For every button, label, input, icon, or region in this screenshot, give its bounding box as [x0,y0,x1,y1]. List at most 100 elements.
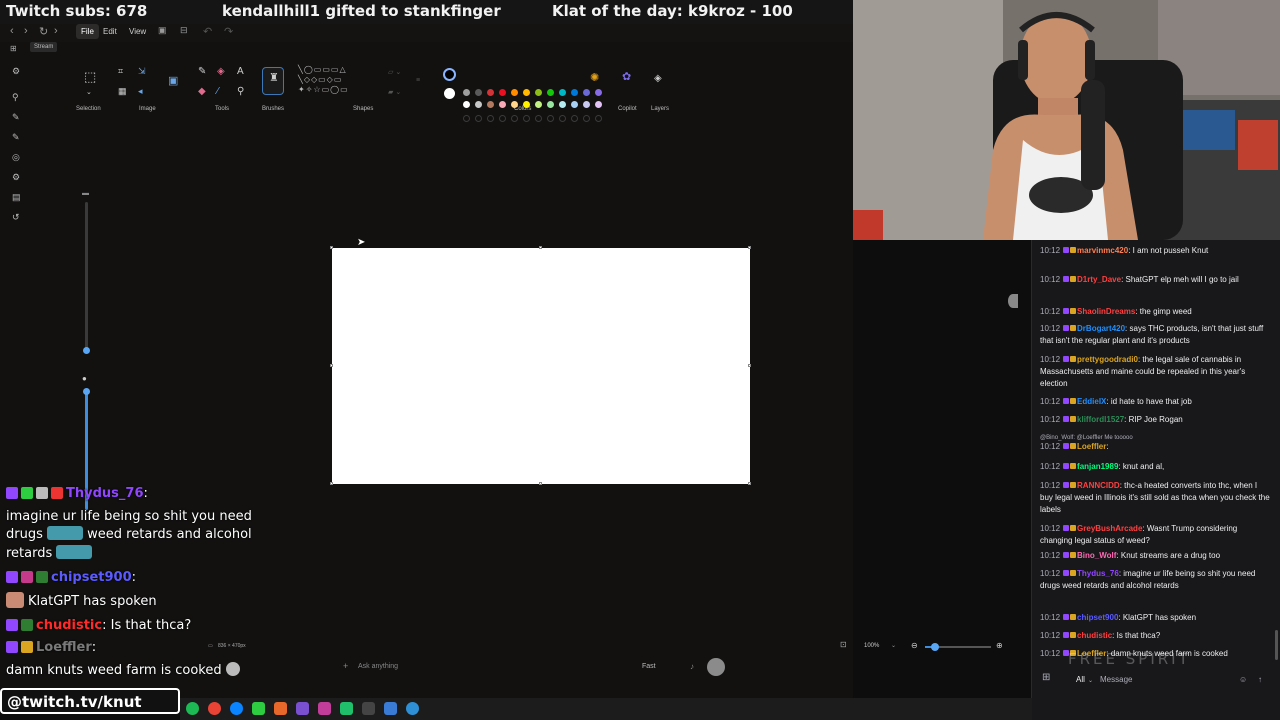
zoom-level[interactable]: 100% [864,643,879,649]
menu-file[interactable]: File [76,24,99,39]
custom-color-slot[interactable] [475,115,482,122]
resize-icon[interactable]: ⇲ [138,66,146,76]
chat-username[interactable]: ShaolinDreams [1077,307,1135,316]
chat-username[interactable]: DrBogart420 [1077,324,1125,333]
emote-picker-icon[interactable]: ☺ [1239,675,1247,684]
history-icon[interactable]: ↺ [12,212,20,223]
back-icon[interactable]: ‹ [10,25,14,37]
custom-color-slot[interactable] [559,115,566,122]
palette-swatch[interactable] [559,101,566,108]
chat-username[interactable]: RANNCIDD [1077,481,1120,490]
edit-icon[interactable]: ✎ [12,132,20,143]
canvas-handle[interactable] [748,364,751,367]
voice-button[interactable] [707,658,725,676]
copilot-ask-bar[interactable]: + Ask anything Fast ♪ [340,657,730,677]
size-slider-handle[interactable] [83,347,90,354]
custom-color-slot[interactable] [499,115,506,122]
magnifier-icon[interactable]: ⚲ [237,87,244,97]
plus-icon[interactable]: + [343,661,348,671]
chat-username[interactable]: chipset900 [1077,613,1118,622]
zoom-slider-handle[interactable] [931,643,939,651]
chat-username[interactable]: Thydus_76 [1077,569,1119,578]
palette-swatch[interactable] [559,89,566,96]
chat-username[interactable]: fanjan1989 [1077,462,1118,471]
palette-swatch[interactable] [511,101,518,108]
image-icon[interactable]: ▦ [118,86,127,96]
palette-swatch[interactable] [547,101,554,108]
chat-username[interactable]: Bino_Wolf [1077,551,1116,560]
palette-swatch[interactable] [487,89,494,96]
palette-swatch[interactable] [463,101,470,108]
rotate-icon[interactable]: ◂ [138,86,143,96]
mode-select[interactable]: Fast [642,663,656,670]
outline-icon[interactable]: ▱ ⌄ [388,68,401,78]
canvas-handle[interactable] [330,482,333,485]
custom-color-slot[interactable] [511,115,518,122]
search-icon[interactable]: ⚲ [12,92,19,103]
color-wheel-icon[interactable]: ✺ [590,73,599,84]
canvas-handle[interactable] [748,482,751,485]
background-removal-icon[interactable]: ▣ [168,76,178,87]
zoom-out-icon[interactable]: ⊖ [911,641,918,650]
custom-color-slot[interactable] [583,115,590,122]
palette-swatch[interactable] [499,101,506,108]
app-icon[interactable] [362,702,375,715]
palette-swatch[interactable] [487,101,494,108]
copilot-rail-icon[interactable]: ⚙ [12,66,20,77]
palette-swatch[interactable] [571,89,578,96]
extension-icon[interactable]: ⚙ [12,172,20,183]
palette-swatch[interactable] [523,101,530,108]
palette-swatch[interactable] [535,89,542,96]
palette-swatch[interactable] [475,101,482,108]
chat-grid-icon[interactable]: ⊞ [1042,672,1050,683]
palette-swatch[interactable] [571,101,578,108]
share-icon[interactable]: ⊟ [180,25,188,36]
chat-username[interactable]: marvinmc420 [1077,246,1128,255]
fill-icon[interactable]: ◈ [217,67,225,77]
copilot-icon[interactable]: ✿ [622,72,631,83]
canvas-handle[interactable] [330,364,333,367]
refresh-icon[interactable]: ↻ [39,25,48,38]
undo-icon[interactable]: ↶ [203,25,212,38]
forward-icon[interactable]: › [24,25,28,37]
mic-icon[interactable]: ♪ [690,662,694,671]
palette-swatch[interactable] [583,89,590,96]
chat-username[interactable]: prettygoodradi0 [1077,355,1138,364]
primary-color[interactable] [443,68,456,81]
menu-edit[interactable]: Edit [98,24,122,39]
palette-swatch[interactable] [463,89,470,96]
palette-swatch[interactable] [511,89,518,96]
drawing-canvas[interactable] [332,248,750,484]
palette-swatch[interactable] [547,89,554,96]
menu-view[interactable]: View [124,24,151,39]
palette-swatch[interactable] [595,101,602,108]
palette-swatch[interactable] [499,89,506,96]
custom-color-slot[interactable] [487,115,494,122]
app-icon[interactable] [318,702,331,715]
whatsapp-icon[interactable] [340,702,353,715]
stream-tab[interactable]: Stream [30,42,58,52]
fill-style-icon[interactable]: ▰ ⌄ [388,88,401,98]
ask-input[interactable]: Ask anything [358,663,398,670]
folder-icon[interactable]: ▤ [12,192,21,203]
chat-username[interactable]: D1rty_Dave [1077,275,1121,284]
save-icon[interactable]: ▣ [158,25,167,36]
send-icon[interactable]: ↑ [1258,675,1262,684]
selection-dropdown-icon[interactable]: ⌄ [86,88,92,98]
app-icon[interactable] [296,702,309,715]
grid-icon[interactable]: ⊞ [10,44,17,53]
zoom-in-icon[interactable]: ⊕ [996,641,1003,650]
custom-color-slot[interactable] [595,115,602,122]
redo-icon[interactable]: ↷ [224,25,233,38]
chat-filter-dropdown-icon[interactable]: ⌄ [1088,677,1093,684]
custom-color-slot[interactable] [463,115,470,122]
crop-icon[interactable]: ⌗ [118,66,123,76]
chat-username[interactable]: kliffordl1527 [1077,415,1124,424]
terminal-icon[interactable] [252,702,265,715]
scroll-tab[interactable] [1008,294,1018,308]
chrome-icon[interactable] [208,702,221,715]
secondary-color[interactable] [444,88,455,99]
chat-icon[interactable]: ◎ [12,152,20,163]
paint-icon[interactable] [406,702,419,715]
app-icon[interactable] [274,702,287,715]
